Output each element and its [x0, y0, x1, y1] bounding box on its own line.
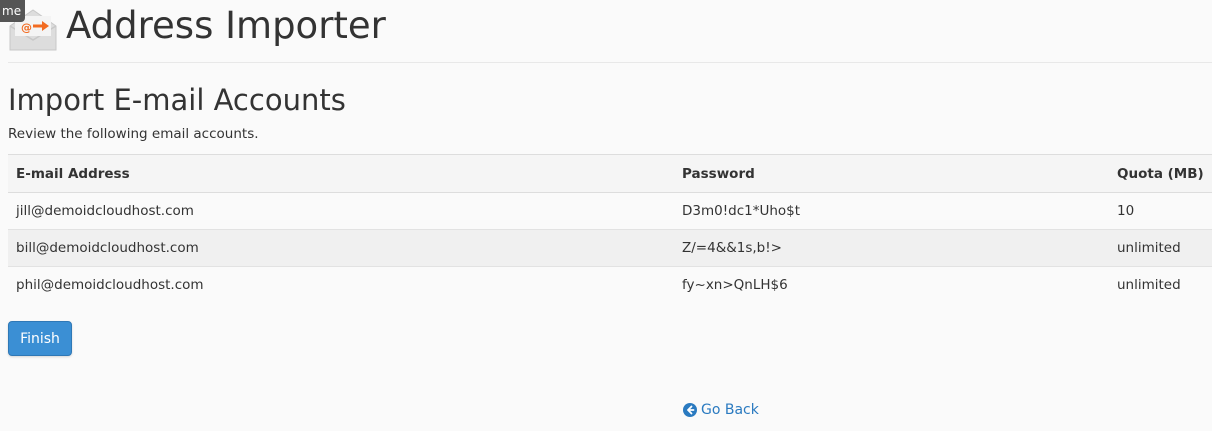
cell-password: fy~xn>QnLH$6 — [674, 266, 1109, 303]
table-row: bill@demoidcloudhost.com Z/=4&&1s,b!> un… — [8, 229, 1212, 267]
cell-email: phil@demoidcloudhost.com — [8, 266, 674, 303]
go-back-link[interactable]: Go Back — [683, 400, 759, 420]
table-header-row: E-mail Address Password Quota (MB) — [8, 154, 1212, 193]
cell-email: bill@demoidcloudhost.com — [8, 229, 674, 267]
column-header-quota: Quota (MB) — [1109, 154, 1212, 193]
table-row: phil@demoidcloudhost.com fy~xn>QnLH$6 un… — [8, 266, 1212, 303]
column-header-email: E-mail Address — [8, 154, 674, 193]
cell-email: jill@demoidcloudhost.com — [8, 192, 674, 230]
svg-text:@: @ — [21, 21, 32, 34]
section-title: Import E-mail Accounts — [8, 83, 346, 117]
column-header-password: Password — [674, 154, 1109, 193]
go-back-label: Go Back — [701, 402, 759, 418]
accounts-table: E-mail Address Password Quota (MB) jill@… — [8, 154, 1212, 303]
page: me @ Address Importer Import E-mail Acco… — [0, 0, 1212, 431]
tooltip-badge: me — [0, 0, 26, 22]
arrow-circle-left-icon — [683, 403, 697, 417]
cell-password: Z/=4&&1s,b!> — [674, 229, 1109, 267]
finish-button[interactable]: Finish — [8, 321, 72, 356]
app-header: @ Address Importer — [8, 0, 1212, 63]
cell-quota: 10 — [1109, 192, 1212, 230]
table-row: jill@demoidcloudhost.com D3m0!dc1*Uho$t … — [8, 192, 1212, 230]
cell-quota: unlimited — [1109, 266, 1212, 303]
cell-password: D3m0!dc1*Uho$t — [674, 192, 1109, 230]
page-title: Address Importer — [66, 4, 386, 47]
cell-quota: unlimited — [1109, 229, 1212, 267]
section-description: Review the following email accounts. — [8, 126, 259, 142]
